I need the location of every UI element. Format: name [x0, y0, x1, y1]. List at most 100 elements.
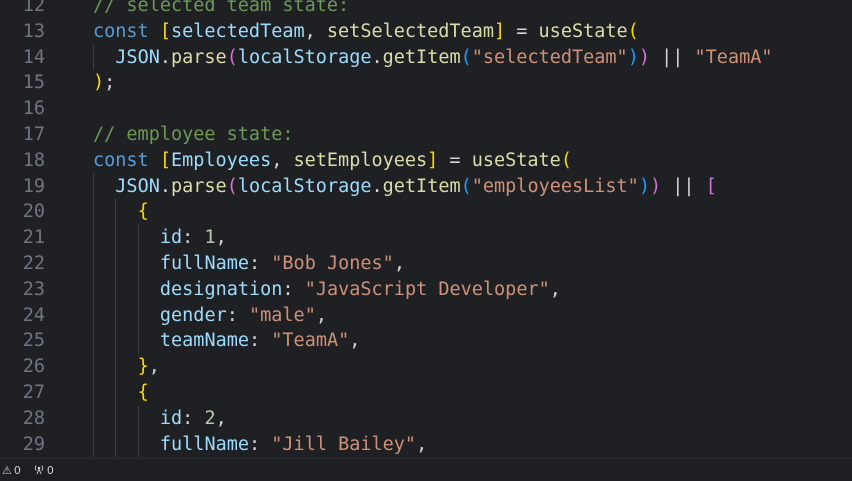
code-token: "selectedTeam": [471, 46, 628, 68]
code-token: (: [226, 175, 238, 197]
code-token: gender: [159, 304, 227, 326]
code-token: ): [649, 175, 662, 197]
indent-guide: [115, 405, 117, 432]
code-token: :: [282, 278, 305, 300]
code-line[interactable]: 21 id: 1,: [0, 225, 852, 251]
code-line[interactable]: 15);: [0, 70, 852, 96]
code-token: setEmployees: [293, 149, 428, 171]
code-token: ,: [349, 330, 361, 352]
code-token: ): [638, 46, 650, 68]
code-token: 2: [204, 407, 216, 429]
broadcast-icon: [33, 464, 45, 477]
code-token: .: [371, 175, 383, 197]
code-line[interactable]: 14 JSON.parse(localStorage.getItem("selec…: [0, 44, 852, 71]
code-text: id: 1,: [160, 225, 227, 251]
indent-guide: [115, 276, 117, 303]
code-token: selectedTeam: [170, 20, 305, 42]
indent-guide: [93, 276, 94, 303]
code-token: "TeamA": [694, 46, 773, 68]
code-line[interactable]: 18 const [Employees, setEmployees] = useS…: [0, 148, 852, 174]
code-token: (: [460, 175, 472, 197]
code-line[interactable]: 25 teamName: "TeamA",: [0, 328, 852, 355]
code-token: ;: [104, 72, 116, 94]
line-number: 26: [22, 356, 45, 378]
code-text: {: [138, 380, 149, 406]
line-number: 15: [22, 72, 45, 94]
indent-guide: [93, 431, 94, 458]
code-token: JSON: [115, 46, 160, 68]
warnings-count: 0: [13, 463, 21, 477]
code-token: ): [627, 46, 639, 68]
code-text: designation: "JavaScript Developer",: [160, 277, 561, 303]
code-text: fullName: "Jill Bailey",: [160, 432, 427, 458]
code-token: ): [638, 175, 650, 197]
code-token: [: [705, 175, 717, 197]
code-token: ||: [649, 46, 695, 68]
code-line[interactable]: 28 id: 2,: [0, 405, 852, 432]
code-line[interactable]: 22 fullName: "Bob Jones",: [0, 250, 852, 277]
code-token: const: [93, 149, 160, 171]
code-token: ,: [215, 227, 227, 249]
code-token: [: [159, 149, 171, 171]
code-token: teamName: [159, 330, 249, 352]
code-text: {: [138, 199, 149, 225]
code-token: Employees: [170, 149, 272, 171]
indent-guide: [137, 225, 139, 251]
code-line[interactable]: 26},: [0, 354, 852, 380]
code-text: JSON.parse(localStorage.getItem("employe…: [115, 174, 717, 200]
line-number: 23: [22, 278, 45, 300]
code-line[interactable]: 13 const [selectedTeam, setSelectedTeam] …: [0, 19, 852, 45]
code-line[interactable]: 12 // selected team state:: [0, 0, 852, 19]
line-number: 20: [22, 201, 45, 223]
indent-guide: [93, 173, 94, 200]
code-token: {: [137, 381, 149, 403]
code-token: ,: [271, 149, 294, 171]
indent-guide: [115, 379, 117, 406]
code-token: designation: [159, 278, 283, 300]
code-text: JSON.parse(localStorage.getItem("selecte…: [115, 45, 772, 71]
code-token: // selected team state:: [93, 0, 350, 16]
code-text: fullName: "Bob Jones",: [160, 251, 405, 277]
code-token: :: [182, 407, 205, 429]
code-line[interactable]: 16: [0, 96, 852, 122]
code-line[interactable]: 24 gender: "male",: [0, 302, 852, 329]
code-editor[interactable]: 12// selected team state: 13 const [select…: [0, 0, 852, 458]
code-line[interactable]: 17 // employee state:: [0, 122, 852, 148]
code-token: ,: [393, 252, 405, 274]
code-line[interactable]: 19 JSON.parse(localStorage.getItem("emplo…: [0, 173, 852, 200]
code-token: "Bob Jones": [271, 252, 394, 274]
code-token: ,: [315, 304, 327, 326]
code-line[interactable]: 23 designation: "JavaScript Developer",: [0, 276, 852, 303]
code-text: id: 2,: [160, 406, 227, 432]
code-token: (: [560, 149, 572, 171]
code-token: fullName: [159, 252, 249, 274]
code-line[interactable]: 27 {: [0, 379, 852, 406]
indent-guide: [115, 354, 117, 380]
problems-indicator[interactable]: ⚠ 0: [2, 459, 21, 481]
code-token: id: [159, 407, 183, 429]
line-number: 16: [22, 98, 45, 120]
indent-guide: [115, 431, 117, 458]
code-token: }: [137, 356, 149, 378]
ports-indicator[interactable]: 0: [33, 459, 54, 481]
code-token: =: [505, 20, 539, 42]
code-token: ,: [148, 356, 160, 378]
indent-guide: [137, 250, 139, 277]
code-token: .: [159, 46, 171, 68]
code-line[interactable]: 29 fullName: "Jill Bailey",: [0, 431, 852, 458]
line-number: 25: [22, 330, 45, 352]
code-token: "male": [249, 304, 316, 326]
indent-guide: [137, 328, 139, 355]
code-token: // employee state:: [93, 123, 294, 145]
indent-guide: [115, 250, 117, 277]
code-token: "employeesList": [471, 175, 639, 197]
code-token: .: [371, 46, 383, 68]
code-token: id: [159, 227, 183, 249]
code-token: (: [226, 46, 238, 68]
code-line[interactable]: 20 {: [0, 199, 852, 226]
code-token: ,: [416, 433, 428, 455]
line-number: 27: [22, 381, 45, 403]
code-token: ]: [427, 149, 439, 171]
code-token: (: [627, 20, 639, 42]
code-token: getItem: [382, 175, 461, 197]
